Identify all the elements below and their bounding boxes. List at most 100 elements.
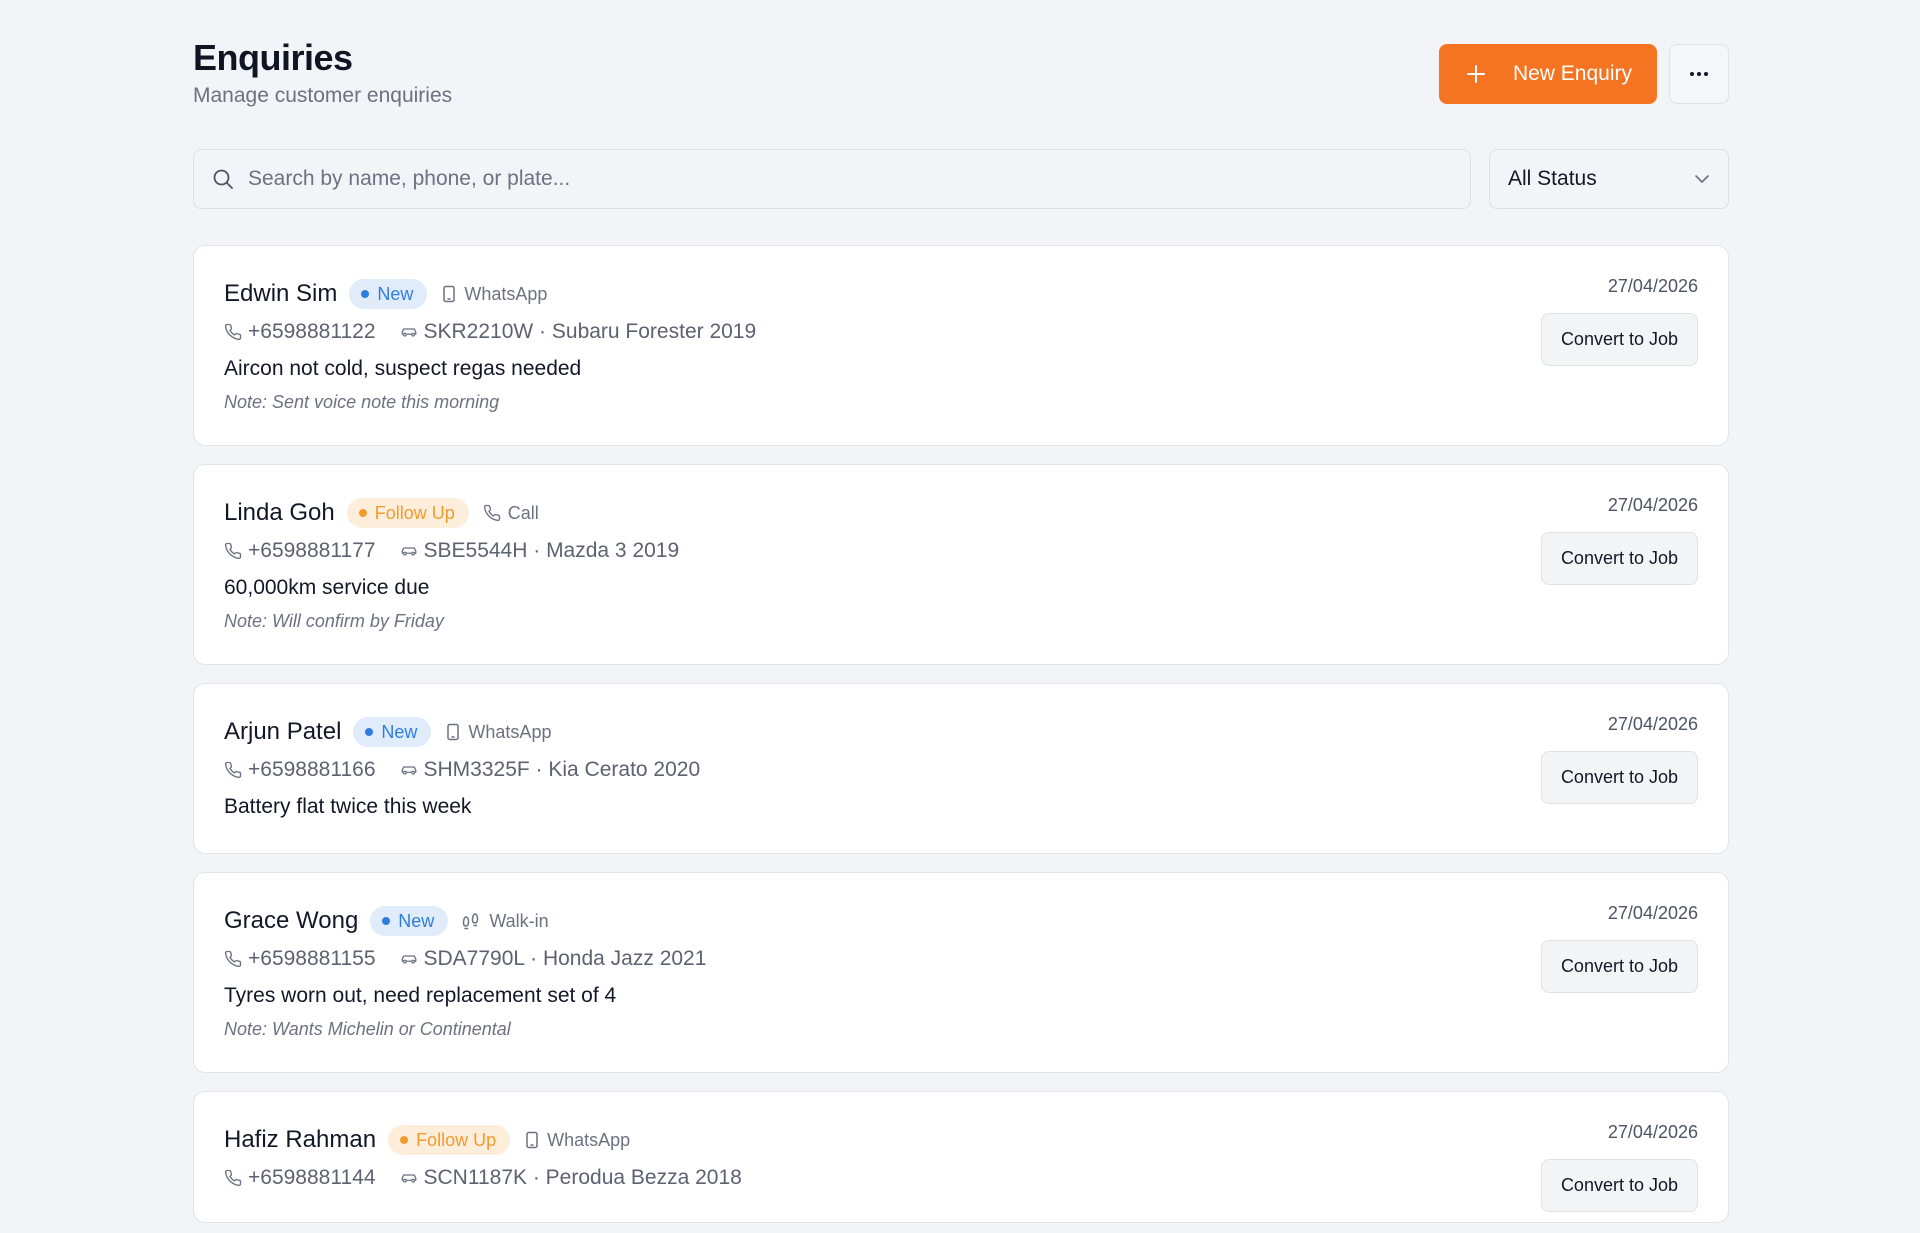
vehicle-info: SHM3325F · Kia Cerato 2020 (423, 758, 701, 781)
car-icon (401, 1174, 416, 1183)
vehicle: SDA7790L · Honda Jazz 2021 (400, 947, 707, 971)
status-label: New (398, 910, 435, 931)
status-dot (358, 509, 367, 517)
new-enquiry-button[interactable]: New Enquiry (1438, 44, 1657, 104)
phone-number: +6598881122 (248, 320, 376, 343)
enquiry-list: Edwin Sim New WhatsApp +6598881122 SKR22… (193, 245, 1729, 1223)
status-label: New (381, 721, 418, 742)
convert-to-job-button[interactable]: Convert to Job (1540, 532, 1698, 585)
status-dot (361, 290, 370, 298)
plus-icon (1465, 63, 1487, 85)
new-enquiry-label: New Enquiry (1512, 62, 1632, 85)
channel-label: Call (507, 502, 539, 523)
car-icon (401, 766, 416, 775)
channel: Walk-in (462, 910, 549, 932)
more-options-button[interactable] (1669, 44, 1729, 104)
search-box (193, 149, 1471, 209)
channel: WhatsApp (441, 284, 547, 305)
contact-meta: +6598881177 SBE5544H · Mazda 3 2019 (224, 539, 1698, 563)
more-horizontal-icon (1690, 72, 1708, 76)
status-label: Follow Up (416, 1129, 497, 1150)
status-badge: Follow Up (346, 498, 469, 528)
customer-name: Hafiz Rahman (224, 1126, 377, 1153)
convert-to-job-button[interactable]: Convert to Job (1540, 940, 1698, 993)
phone-number: +6598881155 (248, 947, 376, 970)
enquiry-note: Note: Wants Michelin or Continental (224, 1019, 511, 1039)
vehicle: SBE5544H · Mazda 3 2019 (400, 539, 680, 563)
customer-name: Edwin Sim (224, 280, 338, 307)
card-header: Hafiz Rahman Follow Up WhatsApp (224, 1124, 1698, 1156)
status-badge: New (353, 717, 432, 747)
phone: +6598881166 (224, 758, 376, 782)
card-header: Linda Goh Follow Up Call (224, 497, 1698, 529)
chevron-down-icon (1695, 175, 1709, 183)
phone-icon (224, 761, 242, 779)
channel-label: WhatsApp (468, 721, 552, 742)
footprints-icon (462, 912, 482, 930)
enquiry-card[interactable]: Arjun Patel New WhatsApp +6598881166 SHM… (193, 683, 1729, 854)
enquiry-date: 27/04/2026 (1607, 714, 1698, 734)
vehicle: SCN1187K · Perodua Bezza 2018 (400, 1166, 742, 1190)
status-filter-select[interactable]: All Status (1489, 149, 1729, 209)
status-dot (365, 728, 374, 736)
channel-label: WhatsApp (464, 283, 548, 304)
vehicle-info: SDA7790L · Honda Jazz 2021 (423, 947, 707, 970)
channel: WhatsApp (524, 1130, 630, 1151)
card-header: Arjun Patel New WhatsApp (224, 716, 1698, 748)
enquiry-date: 27/04/2026 (1607, 495, 1698, 515)
phone-icon (483, 504, 501, 522)
enquiry-description: Battery flat twice this week (224, 795, 472, 818)
channel: Call (483, 503, 539, 524)
smartphone-icon (441, 285, 457, 303)
enquiry-card[interactable]: Linda Goh Follow Up Call +6598881177 SBE… (193, 464, 1729, 665)
card-header: Grace Wong New Walk-in (224, 905, 1698, 937)
status-badge: Follow Up (388, 1125, 511, 1155)
status-label: New (377, 283, 414, 304)
vehicle: SKR2210W · Subaru Forester 2019 (400, 320, 757, 344)
channel-label: Walk-in (489, 910, 549, 931)
enquiry-note: Note: Sent voice note this morning (224, 392, 500, 412)
customer-name: Linda Goh (224, 499, 335, 526)
filters-bar: All Status (193, 149, 1729, 209)
vehicle-info: SKR2210W · Subaru Forester 2019 (423, 320, 757, 343)
enquiry-card[interactable]: Hafiz Rahman Follow Up WhatsApp +6598881… (193, 1091, 1729, 1223)
phone-icon (224, 323, 242, 341)
enquiry-card[interactable]: Edwin Sim New WhatsApp +6598881122 SKR22… (193, 245, 1729, 446)
contact-meta: +6598881144 SCN1187K · Perodua Bezza 201… (224, 1166, 1698, 1190)
smartphone-icon (524, 1131, 540, 1149)
enquiry-date: 27/04/2026 (1607, 903, 1698, 923)
car-icon (401, 955, 416, 964)
enquiry-date: 27/04/2026 (1607, 1122, 1698, 1142)
car-icon (401, 547, 416, 556)
status-dot (382, 917, 391, 925)
customer-name: Grace Wong (224, 907, 359, 934)
enquiry-description: 60,000km service due (224, 576, 430, 599)
contact-meta: +6598881122 SKR2210W · Subaru Forester 2… (224, 320, 1698, 344)
phone-number: +6598881177 (248, 539, 376, 562)
phone: +6598881177 (224, 539, 376, 563)
enquiry-description: Aircon not cold, suspect regas needed (224, 357, 582, 380)
phone-icon (224, 1169, 242, 1187)
convert-to-job-button[interactable]: Convert to Job (1540, 751, 1698, 804)
convert-to-job-button[interactable]: Convert to Job (1540, 313, 1698, 366)
enquiry-note: Note: Will confirm by Friday (224, 611, 444, 631)
channel: WhatsApp (445, 722, 551, 743)
enquiry-date: 27/04/2026 (1607, 276, 1698, 296)
search-input[interactable] (248, 167, 1452, 191)
convert-to-job-button[interactable]: Convert to Job (1540, 1159, 1698, 1212)
search-icon (213, 169, 233, 189)
status-badge: New (349, 279, 428, 309)
status-label: Follow Up (374, 502, 455, 523)
phone-icon (224, 542, 242, 560)
vehicle-info: SCN1187K · Perodua Bezza 2018 (423, 1166, 742, 1189)
phone: +6598881155 (224, 947, 376, 971)
status-filter-value: All Status (1508, 167, 1597, 190)
car-icon (401, 328, 416, 337)
enquiry-card[interactable]: Grace Wong New Walk-in +6598881155 SDA77… (193, 872, 1729, 1073)
enquiry-description: Tyres worn out, need replacement set of … (224, 984, 617, 1007)
smartphone-icon (445, 723, 461, 741)
enquiries-page: Enquiries Manage customer enquiries New … (193, 36, 1729, 1223)
card-header: Edwin Sim New WhatsApp (224, 278, 1698, 310)
customer-name: Arjun Patel (224, 718, 342, 745)
vehicle-info: SBE5544H · Mazda 3 2019 (423, 539, 680, 562)
